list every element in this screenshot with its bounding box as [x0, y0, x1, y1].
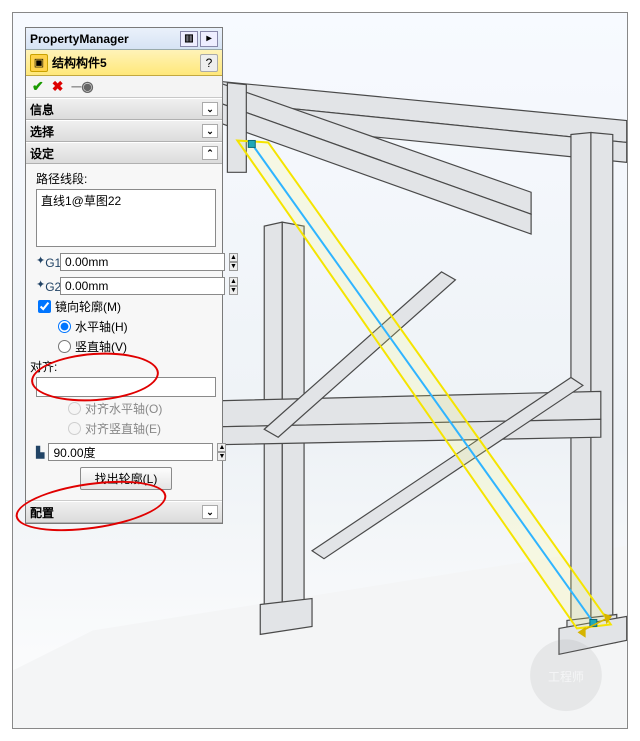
angle-icon: ▙ [36, 446, 44, 459]
pm-title-text: PropertyManager [30, 32, 129, 46]
section-config-label: 配置 [30, 504, 54, 521]
feature-header: ▣ 结构构件5 ? [26, 50, 222, 76]
cancel-icon[interactable]: ✖ [52, 78, 64, 95]
align-vert-input [68, 422, 81, 435]
structural-member-icon: ▣ [30, 54, 48, 72]
vert-axis-label: 竖直轴(V) [75, 338, 127, 355]
mirror-profile-input[interactable] [38, 300, 51, 313]
offset-g1-input[interactable] [60, 253, 225, 271]
section-settings-body: 路径线段: 直线1@草图22 ✦G1 ▲▼ ✦G2 ▲▼ 镜向轮廓(M) 水平轴… [26, 164, 222, 501]
pushpin-icon[interactable]: ─◉ [71, 78, 93, 95]
offset-g2-row: ✦G2 ▲▼ [36, 277, 216, 295]
section-select-label: 选择 [30, 123, 54, 140]
vert-axis-input[interactable] [58, 340, 71, 353]
help-icon[interactable]: ? [200, 54, 218, 72]
g2-spinner[interactable]: ▲▼ [229, 277, 238, 295]
align-horiz-label: 对齐水平轴(O) [85, 400, 162, 417]
align-horiz-radio: 对齐水平轴(O) [68, 400, 216, 417]
g2-icon: ✦G2 [36, 278, 56, 294]
section-settings-header[interactable]: 设定 ⌃ [26, 142, 222, 164]
pm-toolbar-btn-1[interactable]: ▥ [180, 31, 198, 47]
angle-input[interactable] [48, 443, 213, 461]
offset-g2-input[interactable] [60, 277, 225, 295]
path-segment-list[interactable]: 直线1@草图22 [36, 189, 216, 247]
g1-spinner[interactable]: ▲▼ [229, 253, 238, 271]
section-config-header[interactable]: 配置 ⌄ [26, 501, 222, 523]
horiz-axis-label: 水平轴(H) [75, 318, 128, 335]
g1-icon: ✦G1 [36, 254, 56, 270]
section-info-header[interactable]: 信息 ⌄ [26, 98, 222, 120]
chevron-down-icon[interactable]: ⌄ [202, 102, 218, 116]
section-settings-label: 设定 [30, 145, 54, 162]
align-vert-radio: 对齐竖直轴(E) [68, 420, 216, 437]
chevron-down-icon[interactable]: ⌄ [202, 505, 218, 519]
chevron-up-icon[interactable]: ⌃ [202, 146, 218, 160]
svg-text:工程师: 工程师 [548, 669, 584, 684]
pm-toolbar-btn-2[interactable]: ▸ [200, 31, 218, 47]
find-profile-button[interactable]: 找出轮廓(L) [80, 467, 173, 490]
mirror-profile-checkbox[interactable]: 镜向轮廓(M) [38, 298, 216, 315]
align-horiz-input [68, 402, 81, 415]
offset-g1-row: ✦G1 ▲▼ [36, 253, 216, 271]
pm-titlebar: PropertyManager ▥ ▸ [26, 28, 222, 50]
align-input[interactable] [36, 377, 216, 397]
align-vert-label: 对齐竖直轴(E) [85, 420, 161, 437]
horiz-axis-radio[interactable]: 水平轴(H) [58, 318, 216, 335]
horiz-axis-input[interactable] [58, 320, 71, 333]
feature-name: 结构构件5 [52, 54, 107, 71]
angle-spinner[interactable]: ▲▼ [217, 443, 226, 461]
vert-axis-radio[interactable]: 竖直轴(V) [58, 338, 216, 355]
align-label: 对齐: [30, 358, 216, 375]
angle-row: ▙ ▲▼ [36, 443, 216, 461]
section-info-label: 信息 [30, 101, 54, 118]
property-manager-panel: PropertyManager ▥ ▸ ▣ 结构构件5 ? ✔ ✖ ─◉ 信息 … [25, 27, 223, 524]
mirror-profile-label: 镜向轮廓(M) [55, 298, 121, 315]
app-canvas: 工程师 PropertyManager ▥ ▸ ▣ 结构构件5 ? ✔ ✖ ─◉… [12, 12, 628, 729]
section-select-header[interactable]: 选择 ⌄ [26, 120, 222, 142]
chevron-down-icon[interactable]: ⌄ [202, 124, 218, 138]
ok-icon[interactable]: ✔ [32, 78, 44, 95]
path-segment-item[interactable]: 直线1@草图22 [41, 192, 211, 209]
confirm-row: ✔ ✖ ─◉ [26, 76, 222, 98]
path-segment-label: 路径线段: [36, 170, 216, 187]
